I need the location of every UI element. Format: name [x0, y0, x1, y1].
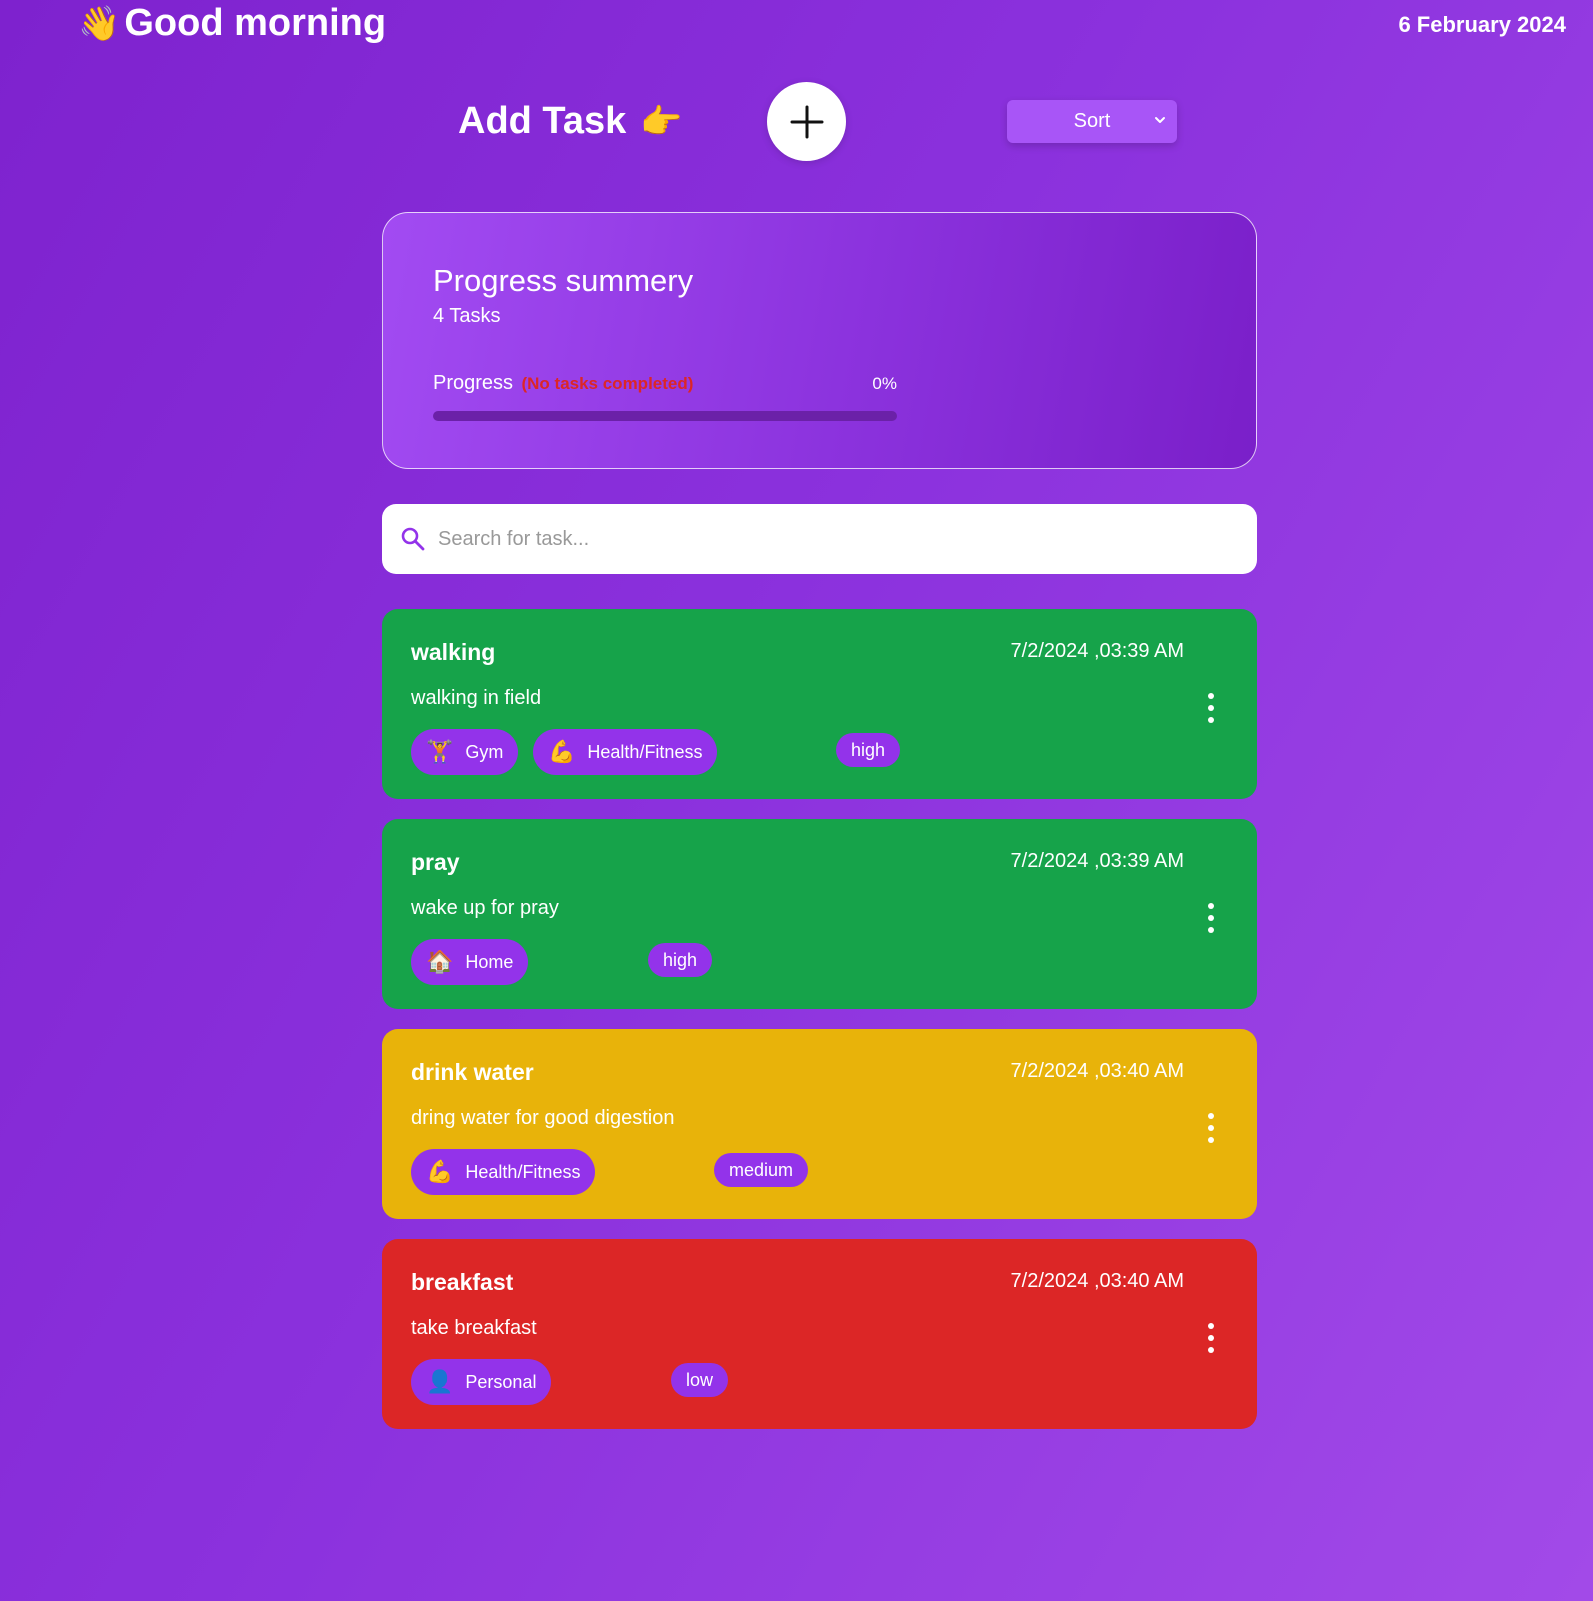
category-tag[interactable]: 💪 Health/Fitness — [533, 729, 718, 775]
category-label: Personal — [465, 1371, 537, 1392]
more-options-icon[interactable] — [1201, 903, 1221, 933]
progress-note: (No tasks completed) — [521, 374, 694, 393]
task-date: 7/2/2024 ,03:39 AM — [1010, 640, 1184, 662]
category-tag[interactable]: 👤 Personal — [411, 1359, 552, 1405]
category-label: Gym — [465, 741, 504, 762]
greeting-text: Good morning — [124, 2, 387, 44]
priority-badge: high — [648, 943, 713, 977]
category-icon: 👤 — [426, 1369, 454, 1394]
task-title: walking — [411, 639, 496, 665]
task-title: pray — [411, 849, 460, 875]
task-title: breakfast — [411, 1269, 514, 1295]
category-icon: 💪 — [548, 739, 576, 764]
priority-badge: low — [671, 1363, 729, 1397]
category-icon: 🏋️ — [426, 739, 454, 764]
progress-label: Progress — [433, 372, 514, 394]
task-description: take breakfast — [411, 1317, 537, 1339]
progress-bar — [433, 411, 897, 421]
category-label: Health/Fitness — [465, 1161, 581, 1182]
task-card[interactable]: breakfast 7/2/2024 ,03:40 AM take breakfas… — [382, 1239, 1257, 1429]
task-description: dring water for good digestion — [411, 1107, 675, 1129]
add-task-heading: Add Task 👉 — [458, 100, 683, 143]
category-tag[interactable]: 💪 Health/Fitness — [411, 1149, 596, 1195]
category-label: Health/Fitness — [587, 741, 703, 762]
priority-badge: medium — [714, 1153, 809, 1187]
more-options-icon[interactable] — [1201, 1323, 1221, 1353]
task-date: 7/2/2024 ,03:40 AM — [1010, 1270, 1184, 1292]
category-icon: 💪 — [426, 1159, 454, 1184]
task-card[interactable]: drink water 7/2/2024 ,03:40 AM dring water… — [382, 1029, 1257, 1219]
task-card[interactable]: pray 7/2/2024 ,03:39 AM wake up for pray 🏠 H… — [382, 819, 1257, 1009]
progress-summary-card: Progress summery 4 Tasks Progress (No ta… — [382, 212, 1257, 469]
task-tags: 👤 Personal low — [411, 1359, 1111, 1405]
search-box — [382, 504, 1257, 574]
progress-percent: 0% — [872, 374, 897, 393]
task-description: wake up for pray — [411, 897, 559, 919]
progress-title: Progress summery — [433, 263, 694, 298]
task-tags: 🏠 Home high — [411, 939, 1111, 985]
add-task-button[interactable] — [767, 82, 846, 161]
sort-select[interactable]: Sort — [1007, 100, 1177, 143]
plus-icon — [790, 105, 823, 138]
task-tags: 🏋️ Gym 💪 Health/Fitness high — [411, 729, 1111, 775]
category-tag[interactable]: 🏋️ Gym — [411, 729, 519, 775]
sort-label: Sort — [1073, 110, 1111, 132]
current-date: 6 February 2024 — [1398, 12, 1566, 37]
more-options-icon[interactable] — [1201, 1113, 1221, 1143]
pointing-hand-icon: 👉 — [640, 102, 683, 141]
chevron-down-icon — [1155, 117, 1165, 123]
progress-row: Progress (No tasks completed) 0% — [433, 372, 897, 395]
category-label: Home — [465, 951, 514, 972]
task-date: 7/2/2024 ,03:40 AM — [1010, 1060, 1184, 1082]
category-tag[interactable]: 🏠 Home — [411, 939, 529, 985]
waving-hand-icon: 👋 — [78, 4, 121, 43]
task-title: drink water — [411, 1059, 534, 1085]
add-task-label: Add Task — [458, 100, 627, 142]
category-icon: 🏠 — [426, 949, 454, 974]
more-options-icon[interactable] — [1201, 693, 1221, 723]
task-count: 4 Tasks — [433, 305, 501, 327]
greeting: 👋 Good morning — [78, 2, 386, 45]
priority-badge: high — [836, 733, 901, 767]
task-tags: 💪 Health/Fitness medium — [411, 1149, 1111, 1195]
search-icon — [401, 527, 425, 551]
search-input[interactable] — [438, 527, 1218, 551]
task-card[interactable]: walking 7/2/2024 ,03:39 AM walking in fiel… — [382, 609, 1257, 799]
task-description: walking in field — [411, 687, 542, 709]
task-date: 7/2/2024 ,03:39 AM — [1010, 850, 1184, 872]
